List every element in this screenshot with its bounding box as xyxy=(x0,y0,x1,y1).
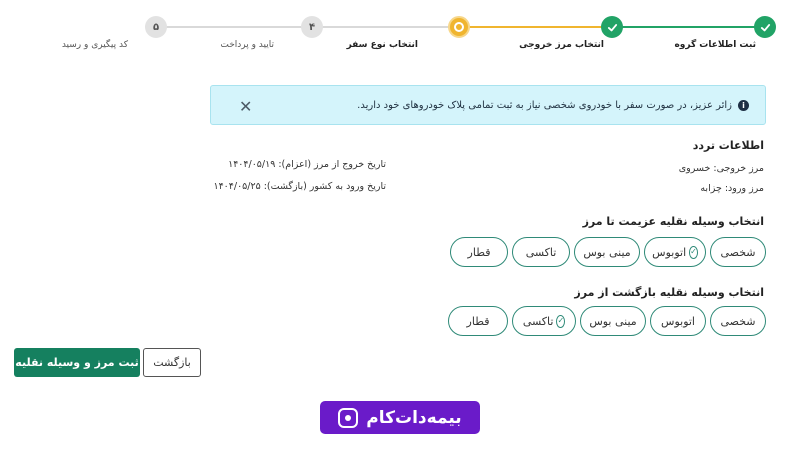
entry-border-text: مرز ورود: چزابه xyxy=(700,183,764,194)
step-2-check-icon xyxy=(601,16,623,38)
check-circle-icon: ✓ xyxy=(556,314,566,328)
exit-border-text: مرز خروجی: خسروی xyxy=(678,163,764,174)
bimeh-logo: بیمه‌دات‌کام xyxy=(320,401,480,434)
step-4-number: ۴ xyxy=(301,16,323,38)
return-option-bus[interactable]: اتوبوس xyxy=(650,306,706,336)
outbound-vehicle-title: انتخاب وسیله نقلیه عزیمت تا مرز xyxy=(582,215,764,228)
return-option-taxi[interactable]: ✓ تاکسی xyxy=(512,306,576,336)
exit-date-text: تاریخ خروج از مرز (اعزام): ۱۴۰۴/۰۵/۱۹ xyxy=(228,159,386,170)
return-option-label: تاکسی xyxy=(522,314,554,328)
logo-mark-icon xyxy=(338,407,359,428)
return-option-label: اتوبوس xyxy=(661,314,695,328)
step-2-label: انتخاب مرز خروجی xyxy=(519,40,604,50)
outbound-option-label: تاکسی xyxy=(525,245,557,259)
travel-info-title: اطلاعات تردد xyxy=(692,139,764,152)
outbound-option-label: قطار xyxy=(467,245,491,259)
outbound-option-train[interactable]: قطار xyxy=(450,237,508,267)
back-button[interactable]: بازگشت xyxy=(143,348,201,377)
check-circle-icon: ✓ xyxy=(689,245,698,259)
outbound-vehicle-options: شخصی ✓ اتوبوس مینی بوس تاکسی قطار xyxy=(450,237,766,267)
return-option-train[interactable]: قطار xyxy=(448,306,508,336)
step-1-label: ثبت اطلاعات گروه xyxy=(674,40,756,50)
progress-stepper: ثبت اطلاعات گروه انتخاب مرز خروجی انتخاب… xyxy=(0,0,800,60)
return-vehicle-title: انتخاب وسیله نقلیه بازگشت از مرز xyxy=(574,286,764,299)
step-5-number: ۵ xyxy=(145,16,167,38)
outbound-option-taxi[interactable]: تاکسی xyxy=(512,237,570,267)
stepper-line-done xyxy=(611,26,765,28)
entry-date-text: تاریخ ورود به کشور (بازگشت): ۱۴۰۴/۰۵/۲۵ xyxy=(213,181,386,192)
step-3-label: انتخاب نوع سفر xyxy=(346,40,418,50)
return-option-label: شخصی xyxy=(720,314,756,328)
info-alert: i زائر عزیز، در صورت سفر با خودروی شخصی … xyxy=(210,85,766,125)
outbound-option-label: شخصی xyxy=(720,245,756,259)
submit-border-vehicle-button[interactable]: ثبت مرز و وسیله نقلیه xyxy=(14,348,140,377)
outbound-option-label: اتوبوس xyxy=(652,245,687,259)
stepper-line-active xyxy=(459,26,611,28)
outbound-option-bus[interactable]: ✓ اتوبوس xyxy=(644,237,706,267)
return-option-minibus[interactable]: مینی بوس xyxy=(580,306,646,336)
step-5-label: کد پیگیری و رسید xyxy=(61,40,128,50)
alert-message: زائر عزیز، در صورت سفر با خودروی شخصی نی… xyxy=(357,99,732,111)
logo-text: بیمه‌دات‌کام xyxy=(366,407,462,428)
step-3-active-icon xyxy=(448,16,470,38)
return-option-personal[interactable]: شخصی xyxy=(710,306,766,336)
return-option-label: مینی بوس xyxy=(589,314,637,328)
step-1-check-icon xyxy=(754,16,776,38)
outbound-option-personal[interactable]: شخصی xyxy=(710,237,766,267)
return-option-label: قطار xyxy=(466,314,490,328)
outbound-option-minibus[interactable]: مینی بوس xyxy=(574,237,640,267)
close-icon[interactable]: ✕ xyxy=(239,97,252,116)
step-4-label: تایید و پرداخت xyxy=(220,40,274,50)
return-vehicle-options: شخصی اتوبوس مینی بوس ✓ تاکسی قطار xyxy=(448,306,766,336)
info-icon: i xyxy=(738,99,749,111)
outbound-option-label: مینی بوس xyxy=(583,245,631,259)
